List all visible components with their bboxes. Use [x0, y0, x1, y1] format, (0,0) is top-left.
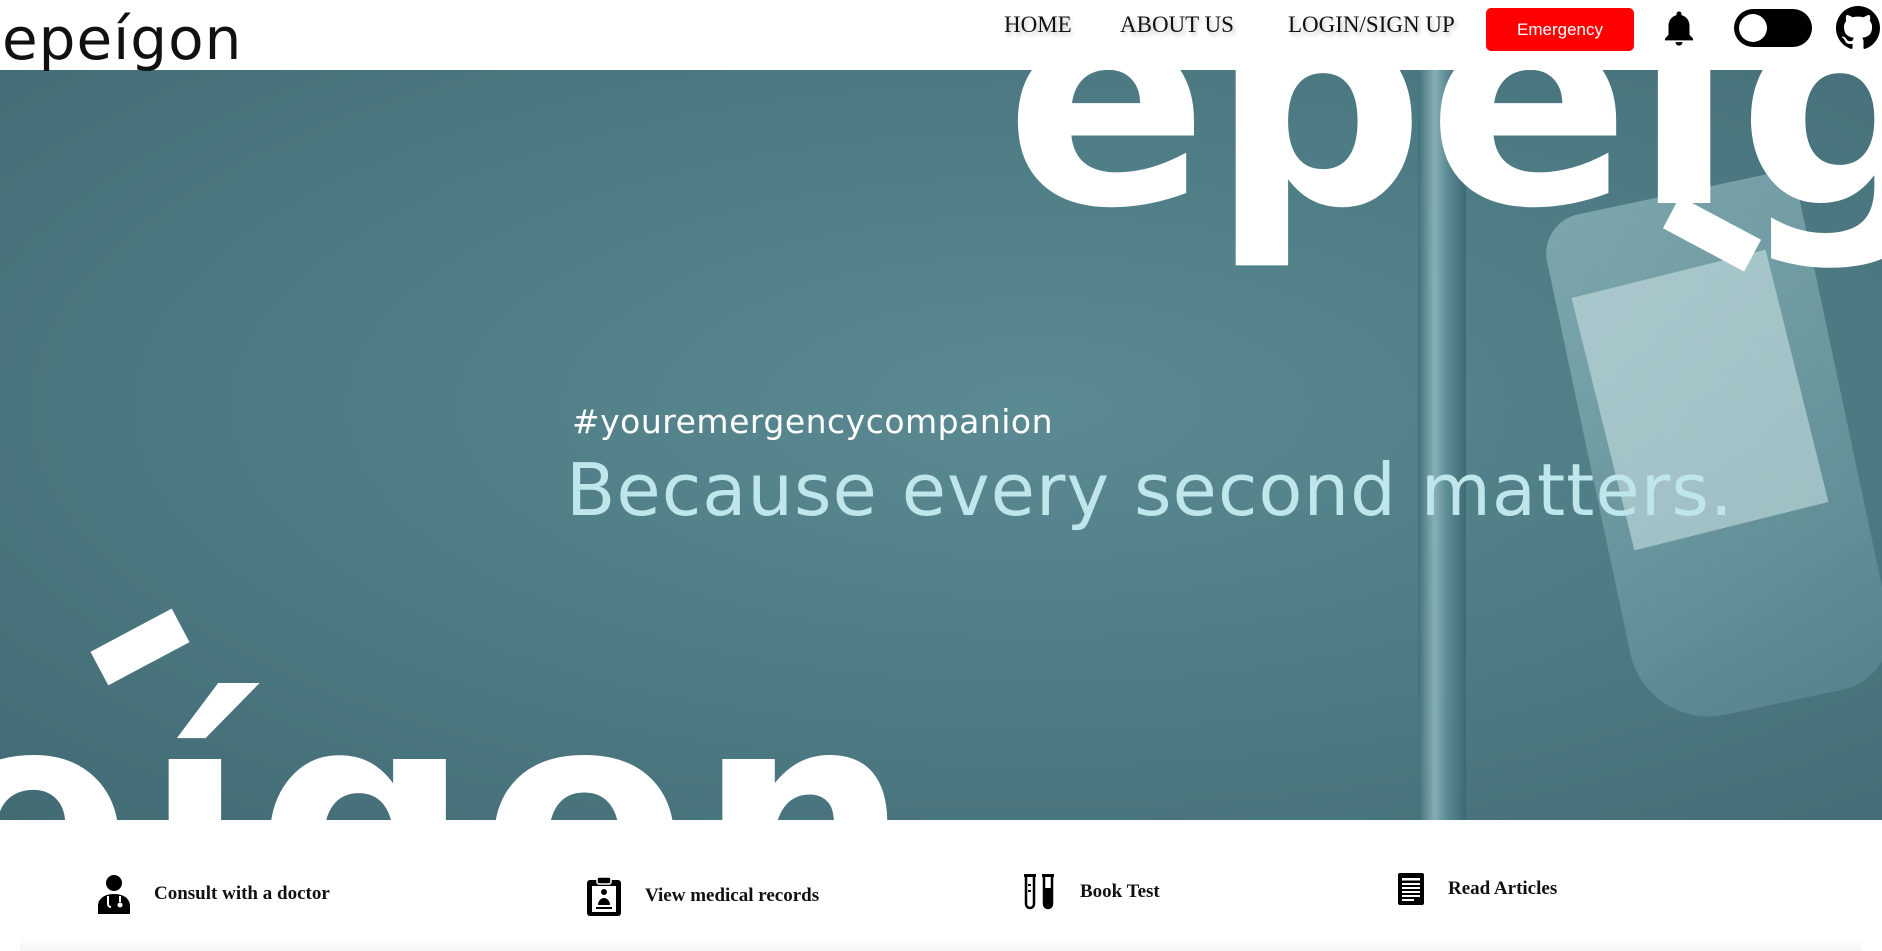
doctor-icon: [98, 875, 130, 914]
feature-view-records[interactable]: View medical records: [585, 876, 819, 916]
feature-consult-doctor[interactable]: Consult with a doctor: [96, 874, 330, 914]
features-bar: Consult with a doctor View medical recor…: [0, 820, 1882, 951]
logo[interactable]: epeígon: [2, 4, 242, 74]
hero-banner: epeígo eígon #youremergencycompanion Bec…: [0, 70, 1882, 820]
theme-toggle[interactable]: [1734, 9, 1812, 47]
feature-label: Book Test: [1080, 881, 1160, 902]
clipboard-icon: [587, 876, 621, 916]
feature-read-articles[interactable]: Read Articles: [1396, 872, 1557, 906]
header: epeígon HOME ABOUT US LOGIN/SIGN UP Emer…: [0, 0, 1882, 73]
emergency-button[interactable]: Emergency: [1486, 8, 1634, 51]
decorative-logo-top: epeígo: [1005, 70, 1882, 274]
hero-hashtag: #youremergencycompanion: [572, 402, 1054, 441]
toggle-knob: [1739, 14, 1767, 42]
features-divider: [20, 938, 1862, 951]
nav-about-link[interactable]: ABOUT US: [1120, 12, 1234, 38]
nav-home-link[interactable]: HOME: [1004, 12, 1072, 38]
feature-label: Read Articles: [1448, 878, 1558, 899]
nav-login-signup-link[interactable]: LOGIN/SIGN UP: [1288, 12, 1455, 38]
feature-label: View medical records: [645, 885, 820, 906]
github-icon[interactable]: [1836, 6, 1880, 50]
test-tubes-icon: [1024, 874, 1054, 910]
hero-tagline: Because every second matters.: [566, 448, 1734, 532]
feature-label: Consult with a doctor: [154, 883, 330, 904]
decorative-logo-bottom: eígon: [0, 645, 921, 821]
article-icon: [1398, 873, 1424, 905]
bell-icon[interactable]: [1658, 8, 1700, 50]
feature-book-test[interactable]: Book Test: [1020, 872, 1160, 912]
